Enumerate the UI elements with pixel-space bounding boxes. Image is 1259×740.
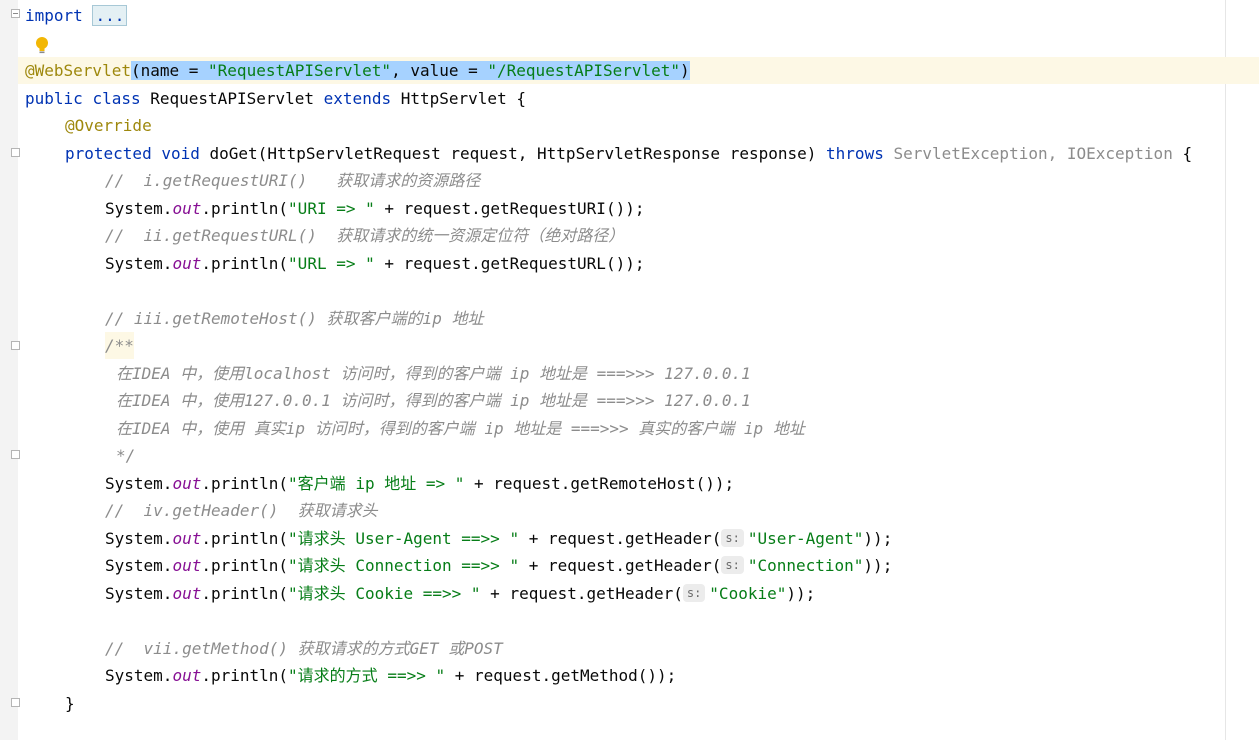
doc-comment-end[interactable]: */ <box>116 442 135 469</box>
code-line[interactable]: import ... <box>25 2 128 29</box>
doc-comment-line[interactable]: 在IDEA 中，使用127.0.0.1 访问时，得到的客户端 ip 地址是 ==… <box>116 387 751 414</box>
code-line[interactable]: System.out.println("请求头 Cookie ==>> " + … <box>105 580 815 607</box>
doc-comment-start[interactable]: /** <box>105 332 134 359</box>
code-line[interactable]: @WebServlet(name = "RequestAPIServlet", … <box>25 57 690 84</box>
editor-gutter[interactable] <box>0 0 18 740</box>
code-comment[interactable]: // iii.getRemoteHost() 获取客户端的ip 地址 <box>105 305 483 332</box>
right-margin-guide <box>1225 0 1226 740</box>
doc-comment-line[interactable]: 在IDEA 中，使用 真实ip 访问时，得到的客户端 ip 地址是 ===>>>… <box>116 415 805 442</box>
code-line[interactable]: System.out.println("URI => " + request.g… <box>105 195 644 222</box>
code-comment[interactable]: // i.getRequestURI() 获取请求的资源路径 <box>105 167 480 194</box>
selected-text[interactable]: (name = "RequestAPIServlet", value = "/R… <box>130 61 690 80</box>
fold-toggle-icon[interactable] <box>11 698 20 707</box>
code-comment[interactable]: // iv.getHeader() 获取请求头 <box>105 497 378 524</box>
code-line[interactable]: } <box>65 690 75 717</box>
fold-toggle-icon[interactable] <box>11 9 20 18</box>
code-comment[interactable]: // vii.getMethod() 获取请求的方式GET 或POST <box>105 635 503 662</box>
fold-toggle-icon[interactable] <box>11 450 20 459</box>
code-line[interactable]: @Override <box>65 112 152 139</box>
code-line[interactable]: System.out.println("请求的方式 ==>> " + reque… <box>105 662 676 689</box>
code-line[interactable]: System.out.println("客户端 ip 地址 => " + req… <box>105 470 734 497</box>
code-line[interactable]: System.out.println("请求头 User-Agent ==>> … <box>105 525 892 552</box>
folded-imports[interactable]: ... <box>92 5 128 26</box>
lightbulb-icon[interactable] <box>35 36 49 56</box>
parameter-hint: s: <box>682 584 706 602</box>
code-line[interactable]: System.out.println("请求头 Connection ==>> … <box>105 552 892 579</box>
doc-comment-line[interactable]: 在IDEA 中，使用localhost 访问时，得到的客户端 ip 地址是 ==… <box>116 360 751 387</box>
fold-toggle-icon[interactable] <box>11 341 20 350</box>
parameter-hint: s: <box>721 529 744 547</box>
parameter-hint: s: <box>721 556 744 574</box>
code-line[interactable]: protected void doGet(HttpServletRequest … <box>65 140 1192 167</box>
code-line[interactable]: public class RequestAPIServlet extends H… <box>25 85 526 112</box>
code-line[interactable]: System.out.println("URL => " + request.g… <box>105 250 644 277</box>
code-comment[interactable]: // ii.getRequestURL() 获取请求的统一资源定位符（绝对路径） <box>105 222 624 249</box>
fold-toggle-icon[interactable] <box>11 148 20 157</box>
